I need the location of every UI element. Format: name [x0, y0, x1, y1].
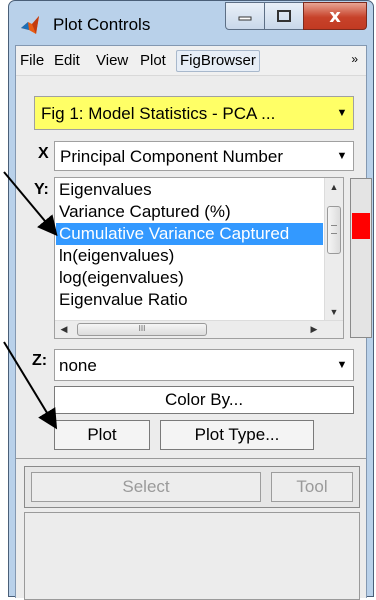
menu-plot[interactable]: Plot [140, 51, 166, 71]
color-by-button[interactable]: Color By... [54, 386, 354, 414]
z-axis-value: none [59, 356, 97, 375]
y-axis-label: Y: [34, 181, 49, 198]
select-button[interactable]: Select [31, 472, 261, 502]
list-item[interactable]: Variance Captured (%) [56, 201, 323, 223]
scroll-up-icon[interactable]: ▲ [325, 178, 343, 196]
chevron-down-icon[interactable]: ▼ [331, 350, 353, 380]
list-item[interactable]: Eigenvalues [56, 179, 323, 201]
scroll-left-icon[interactable]: ◀ [55, 321, 73, 338]
list-item[interactable]: ln(eigenvalues) [56, 245, 323, 267]
horizontal-scrollbar[interactable]: ◀ III ▶ [55, 320, 343, 338]
close-icon: x [329, 5, 341, 27]
scroll-thumb[interactable] [327, 206, 341, 254]
menu-figbrowser[interactable]: FigBrowser [176, 50, 260, 72]
menu-view[interactable]: View [96, 51, 128, 71]
chevron-down-icon[interactable]: ▼ [331, 142, 353, 170]
close-button[interactable]: x [303, 2, 367, 30]
title-bar[interactable]: Plot Controls x [9, 1, 373, 43]
z-axis-label: Z: [32, 352, 48, 369]
minimize-button[interactable] [225, 2, 265, 30]
z-axis-select[interactable]: none ▼ [54, 349, 354, 381]
menu-overflow-icon[interactable]: » [351, 52, 358, 66]
plot-controls-window: Plot Controls x File Edit View Plot FigB… [8, 0, 374, 600]
matlab-icon [21, 16, 39, 34]
figure-select-value: Fig 1: Model Statistics - PCA ... [41, 104, 276, 123]
list-item[interactable]: log(eigenvalues) [56, 267, 323, 289]
chevron-down-icon[interactable]: ▼ [331, 97, 353, 129]
x-axis-select[interactable]: Principal Component Number ▼ [54, 141, 354, 171]
scroll-down-icon[interactable]: ▼ [325, 303, 343, 321]
x-axis-label: X [38, 145, 49, 162]
slider-knob[interactable] [352, 213, 370, 239]
scroll-thumb[interactable]: III [77, 323, 207, 336]
vertical-scrollbar[interactable]: ▲ ▼ [324, 178, 343, 321]
plot-type-button[interactable]: Plot Type... [160, 420, 314, 450]
tool-button[interactable]: Tool [271, 472, 353, 502]
divider [16, 458, 366, 459]
menu-file[interactable]: File [20, 51, 44, 71]
minimize-icon [238, 16, 252, 21]
window-title: Plot Controls [53, 15, 151, 34]
y-axis-listbox[interactable]: Eigenvalues Variance Captured (%) Cumula… [54, 177, 344, 339]
list-item-selected[interactable]: Cumulative Variance Captured [56, 223, 323, 245]
menu-edit[interactable]: Edit [54, 51, 80, 71]
vertical-slider[interactable] [350, 178, 372, 338]
list-item[interactable]: Eigenvalue Ratio [56, 289, 323, 311]
maximize-button[interactable] [264, 2, 304, 30]
figure-select[interactable]: Fig 1: Model Statistics - PCA ... ▼ [34, 96, 354, 130]
client-area: File Edit View Plot FigBrowser » Fig 1: … [15, 45, 372, 600]
menu-bar: File Edit View Plot FigBrowser » [16, 46, 366, 76]
controls-panel: Fig 1: Model Statistics - PCA ... ▼ X Pr… [16, 76, 372, 600]
x-axis-value: Principal Component Number [60, 147, 283, 166]
plot-button[interactable]: Plot [54, 420, 150, 450]
info-area [24, 512, 360, 600]
maximize-icon [277, 10, 291, 22]
scroll-right-icon[interactable]: ▶ [305, 321, 323, 338]
tool-bar: Select Tool [24, 466, 360, 508]
y-axis-items: Eigenvalues Variance Captured (%) Cumula… [56, 179, 323, 321]
